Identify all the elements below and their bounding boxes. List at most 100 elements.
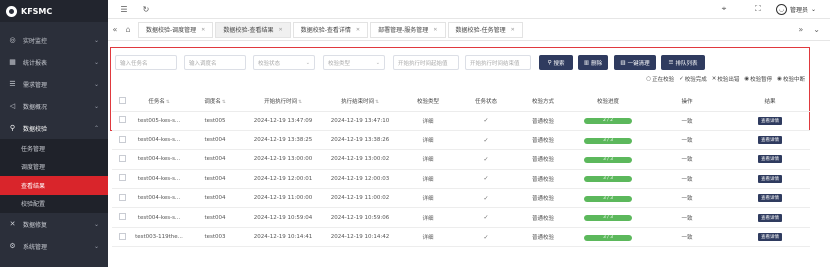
sidebar-subitem-schedule[interactable]: 调度管理	[0, 157, 108, 176]
status-select[interactable]: 校验状态 ⌄	[253, 55, 315, 70]
view-details-button[interactable]: 查看详情	[758, 174, 782, 183]
type-select[interactable]: 校验类型 ⌄	[323, 55, 385, 70]
column-header[interactable]: 调度名⇅	[186, 92, 244, 112]
menu-toggle-icon[interactable]: ☰	[118, 3, 130, 15]
row-checkbox[interactable]	[118, 116, 126, 124]
clear-all-button[interactable]: ▥ 一键清理	[614, 55, 656, 70]
close-icon[interactable]: ✕	[279, 27, 283, 33]
tag-icon[interactable]: ⌖	[718, 3, 730, 15]
view-details-button[interactable]: 查看详情	[758, 233, 782, 242]
row-checkbox[interactable]	[118, 213, 126, 221]
sidebar-item-monitor[interactable]: ◎ 实时监控 ⌄	[0, 29, 108, 51]
sidebar-subitem-results[interactable]: 查看结果	[0, 176, 108, 195]
sidebar-item-verify[interactable]: ⚲ 数据校验 ⌃	[0, 117, 108, 139]
report-icon: ▦	[9, 58, 16, 66]
verify-method-cell: 普通校验	[514, 130, 572, 151]
row-select-cell[interactable]	[112, 188, 132, 209]
task-status-cell: ✓	[458, 207, 514, 228]
close-icon[interactable]: ✕	[433, 27, 437, 33]
progress-bar: 3 / 3	[584, 234, 632, 241]
sidebar-item-repair[interactable]: ✕ 数据修复 ⌄	[0, 213, 108, 235]
column-header[interactable]: 开始执行时间⇅	[244, 92, 322, 112]
row-checkbox[interactable]	[118, 154, 126, 162]
column-header[interactable]: 任务名⇅	[132, 92, 186, 112]
start-time-cell: 2024-12-19 13:00:00	[244, 149, 322, 170]
user-menu[interactable]: ◡ 管理员 ⌄	[775, 3, 816, 15]
schedule-name-cell: test004	[186, 169, 244, 190]
sidebar-subitem-config[interactable]: 校验配置	[0, 194, 108, 213]
row-select-cell[interactable]	[112, 130, 132, 151]
sidebar-item-report[interactable]: ▦ 统计报表 ⌄	[0, 51, 108, 73]
task-name-cell: test003-119the...	[132, 227, 186, 248]
column-header[interactable]: 执行结束时间⇅	[322, 92, 398, 112]
column-header: 校验类型	[398, 92, 458, 112]
tab-service[interactable]: 部署管理-服务管理 ✕	[370, 21, 446, 38]
row-select-cell[interactable]	[112, 169, 132, 190]
table-row[interactable]: test004-kes-s... test004 2024-12-19 11:0…	[112, 188, 810, 209]
sidebar-item-system[interactable]: ⚙ 系统管理 ⌄	[0, 235, 108, 257]
row-select-cell[interactable]	[112, 207, 132, 228]
sidebar-subitem-task[interactable]: 任务管理	[0, 139, 108, 158]
table-row[interactable]: test004-kes-s... test004 2024-12-19 13:3…	[112, 130, 810, 151]
row-select-cell[interactable]	[112, 149, 132, 170]
column-header: 结果	[730, 92, 810, 112]
sidebar-item-label: 数据修复	[23, 221, 48, 229]
operation-cell: 一致	[644, 169, 730, 190]
fullscreen-icon[interactable]: ⛶	[752, 3, 764, 15]
home-icon[interactable]: ⌂	[122, 25, 134, 34]
table-row[interactable]: test004-kes-s... test004 2024-12-19 13:0…	[112, 149, 810, 170]
close-icon[interactable]: ✕	[356, 27, 360, 33]
view-details-button[interactable]: 查看详情	[758, 213, 782, 222]
table-row[interactable]: test004-kes-s... test004 2024-12-19 12:0…	[112, 169, 810, 190]
view-details-button[interactable]: 查看详情	[758, 155, 782, 164]
task-name-input[interactable]: 输入任务名	[115, 55, 177, 70]
sidebar-item-label: 系统管理	[23, 243, 48, 251]
tab-scroll-right-icon[interactable]: »	[798, 25, 803, 34]
row-checkbox[interactable]	[118, 193, 126, 201]
sort-icon[interactable]: ⇅	[298, 100, 302, 105]
sidebar-item-overview[interactable]: ◁ 数据概况 ⌄	[0, 95, 108, 117]
sidebar-item-demand[interactable]: ☰ 需求管理 ⌄	[0, 73, 108, 95]
chevron-down-icon: ⌄	[93, 36, 99, 44]
table-row[interactable]: test005-kes-s... test005 2024-12-19 13:4…	[112, 111, 810, 131]
row-checkbox[interactable]	[118, 232, 126, 240]
tab-label: 部署管理-服务管理	[378, 27, 429, 34]
search-button[interactable]: ⚲ 搜索	[539, 55, 573, 70]
tab-results[interactable]: 数据校验-查看结果 ✕	[215, 21, 291, 38]
verify-method-cell: 普通校验	[514, 188, 572, 209]
start-time-from-input[interactable]: 开始执行时间起始值	[393, 55, 459, 70]
monitor-icon: ◎	[9, 36, 16, 44]
start-time-to-input[interactable]: 开始执行时间结束值	[465, 55, 531, 70]
sort-icon[interactable]: ⇅	[166, 100, 170, 105]
trash-icon: ▥	[583, 59, 590, 66]
tab-task[interactable]: 数据校验-任务管理 ✕	[447, 21, 523, 38]
sort-icon[interactable]: ⇅	[375, 100, 379, 105]
row-checkbox[interactable]	[118, 174, 126, 182]
close-icon[interactable]: ✕	[511, 27, 515, 33]
tab-schedule[interactable]: 数据校验-调度管理 ✕	[138, 21, 214, 38]
delete-button[interactable]: ▥ 删除	[578, 55, 608, 70]
chevron-down-icon[interactable]: ⌄	[813, 25, 820, 34]
view-details-button[interactable]: 查看详情	[758, 116, 782, 125]
close-icon[interactable]: ✕	[201, 27, 205, 33]
row-checkbox[interactable]	[118, 135, 126, 143]
select-all-cell[interactable]	[112, 92, 132, 112]
table-header-row: 任务名⇅ 调度名⇅ 开始执行时间⇅ 执行结束时间⇅ 校验类型 任务状态 校验方式…	[112, 92, 810, 112]
sort-icon[interactable]: ⇅	[222, 100, 226, 105]
table-row[interactable]: test004-kes-s... test004 2024-12-19 10:5…	[112, 207, 810, 228]
column-header: 操作	[644, 92, 730, 112]
tab-details[interactable]: 数据校验-查看详情 ✕	[292, 21, 369, 38]
queue-list-button[interactable]: ☰ 排队列表	[661, 55, 705, 70]
schedule-name-input[interactable]: 输入调度名	[184, 55, 246, 70]
view-details-button[interactable]: 查看详情	[758, 194, 782, 203]
view-details-button[interactable]: 查看详情	[758, 136, 782, 145]
refresh-icon[interactable]: ↻	[140, 3, 152, 15]
row-select-cell[interactable]	[112, 227, 132, 248]
tab-scroll-left-icon[interactable]: «	[108, 25, 122, 34]
cross-icon: ✕	[711, 76, 717, 82]
select-all-checkbox[interactable]	[118, 96, 126, 104]
tab-label: 数据校验-调度管理	[146, 27, 197, 34]
table-row[interactable]: test003-119the... test003 2024-12-19 10:…	[112, 227, 810, 248]
row-select-cell[interactable]	[112, 111, 132, 131]
verify-type-cell: 详细	[398, 111, 458, 131]
